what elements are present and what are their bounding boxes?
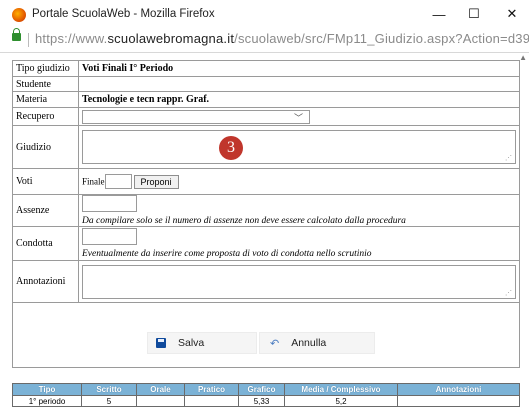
annulla-label: Annulla: [291, 337, 327, 349]
cell-grafico: 5,33: [238, 395, 285, 407]
cell-orale: [136, 395, 185, 407]
chevron-down-icon: ﹀: [293, 112, 303, 123]
minimize-button[interactable]: —: [422, 3, 456, 25]
giudizio-label: Giudizio: [12, 125, 79, 169]
resize-grip-icon[interactable]: ⋰: [505, 289, 512, 297]
col-header-annotazioni: Annotazioni: [397, 383, 520, 396]
finale-input[interactable]: [104, 174, 132, 189]
assenze-label: Assenze: [12, 194, 79, 227]
resize-grip-icon[interactable]: ⋰: [505, 154, 512, 162]
proponi-button[interactable]: Proponi: [133, 174, 179, 189]
summary-table: Tipo Scritto Orale Pratico Grafico Media…: [12, 383, 520, 407]
maximize-button[interactable]: ☐: [457, 3, 491, 25]
col-header-grafico: Grafico: [238, 383, 285, 396]
col-header-pratico: Pratico: [184, 383, 239, 396]
close-button[interactable]: ✕: [495, 3, 529, 25]
address-bar[interactable]: https://www.scuolawebromagna.it/scuolawe…: [0, 28, 529, 53]
annotazioni-label: Annotazioni: [12, 260, 79, 303]
col-header-scritto: Scritto: [81, 383, 137, 396]
cell-tipo: 1° periodo: [12, 395, 82, 407]
scroll-up-arrow-icon[interactable]: ▲: [519, 53, 527, 62]
save-floppy-icon: [156, 338, 166, 348]
tipo-giudizio-label: Tipo giudizio: [12, 60, 79, 77]
col-header-media: Media / Complessivo: [284, 383, 398, 396]
col-header-tipo: Tipo: [12, 383, 82, 396]
lock-icon: [12, 28, 21, 41]
giudizio-form: Tipo giudizio Voti Finali I° Periodo Stu…: [12, 60, 520, 368]
assenze-note: Da compilare solo se il numero di assenz…: [82, 216, 406, 226]
materia-value: Tecnologie e tecn rappr. Graf.: [82, 94, 210, 105]
cell-media: 5,2: [284, 395, 398, 407]
annotazioni-textarea[interactable]: ⋰: [82, 264, 516, 299]
materia-label: Materia: [12, 91, 79, 108]
col-header-orale: Orale: [136, 383, 185, 396]
window-titlebar: Portale ScuolaWeb - Mozilla Firefox — ☐ …: [0, 0, 529, 28]
step-number-badge: 3: [219, 136, 243, 160]
annulla-button[interactable]: ↶ Annulla: [259, 332, 375, 354]
cell-annotazioni: [397, 395, 520, 407]
condotta-input[interactable]: [82, 228, 137, 245]
divider: [28, 33, 29, 47]
window-title: Portale ScuolaWeb - Mozilla Firefox: [32, 8, 215, 20]
studente-label: Studente: [12, 76, 79, 92]
tipo-giudizio-value: Voti Finali I° Periodo: [82, 63, 174, 74]
recupero-label: Recupero: [12, 107, 79, 126]
assenze-input[interactable]: [82, 195, 137, 212]
giudizio-textarea[interactable]: 3 ⋰: [82, 130, 516, 164]
recupero-select[interactable]: ﹀: [82, 109, 310, 124]
undo-arrow-icon: ↶: [270, 337, 280, 350]
firefox-icon: [12, 8, 26, 22]
table-row: 1° periodo 5 5,33 5,2: [12, 395, 520, 407]
voti-label: Voti: [12, 168, 79, 195]
page-content: ▲ Tipo giudizio Voti Finali I° Periodo S…: [0, 53, 529, 410]
action-bar: Salva ↶ Annulla: [12, 302, 520, 368]
url-text[interactable]: https://www.scuolawebromagna.it/scuolawe…: [35, 31, 529, 46]
condotta-label: Condotta: [12, 226, 79, 261]
condotta-note: Eventualmente da inserire come proposta …: [82, 249, 372, 259]
salva-button[interactable]: Salva: [147, 332, 257, 354]
cell-pratico: [184, 395, 239, 407]
cell-scritto: 5: [81, 395, 137, 407]
finale-label: Finale: [82, 176, 105, 187]
salva-label: Salva: [178, 337, 205, 349]
studente-value: [78, 76, 520, 92]
